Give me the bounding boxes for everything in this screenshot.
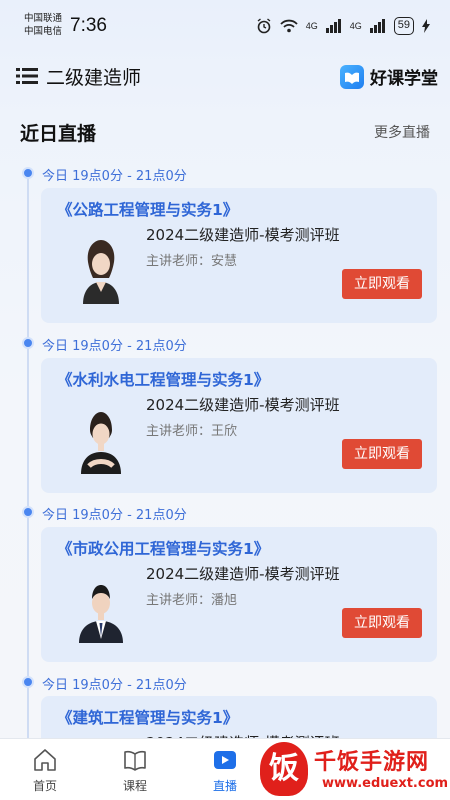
alarm-icon	[257, 18, 271, 34]
live-time: 今日 19点0分 - 21点0分	[42, 169, 187, 184]
live-time: 今日 19点0分 - 21点0分	[42, 339, 187, 354]
brand-name: 好课学堂	[370, 69, 438, 89]
timeline-dot	[22, 167, 34, 179]
nav-label: 直播	[212, 779, 237, 793]
live-card[interactable]: 《市政公用工程管理与实务1》 2024二级建造师-模考测评班 主讲老师：潘旭 立…	[41, 527, 437, 662]
teacher-name: 主讲老师：安慧	[146, 254, 238, 269]
teacher-name: 主讲老师：王欣	[146, 424, 238, 439]
carrier-2: 中国电信	[24, 26, 63, 37]
timeline-line	[27, 172, 29, 742]
status-bar: 中国联通 中国电信 7:36 4G 4G 59	[0, 0, 450, 52]
watch-now-button[interactable]: 立即观看	[342, 439, 422, 469]
page-title[interactable]: 二级建造师	[46, 63, 141, 90]
watermark-logo: 饭	[260, 742, 308, 796]
teacher-avatar	[79, 585, 123, 643]
book-icon	[124, 750, 146, 771]
watermark-name: 千饭手游网	[314, 750, 430, 775]
live-play-icon	[214, 751, 236, 769]
brand: 好课学堂	[340, 64, 438, 89]
carrier-1: 中国联通	[24, 13, 63, 24]
teacher-avatar	[81, 412, 121, 474]
wifi-icon	[280, 19, 298, 33]
signal-2-label: 4G	[349, 21, 362, 31]
live-time: 今日 19点0分 - 21点0分	[42, 508, 187, 523]
live-card[interactable]: 《公路工程管理与实务1》 2024二级建造师-模考测评班 主讲老师：安慧 立即观…	[41, 188, 437, 323]
nav-course[interactable]: 课程	[100, 739, 170, 800]
brand-logo-icon	[340, 64, 364, 89]
signal-icon	[325, 19, 341, 33]
class-name: 2024二级建造师-模考测评班	[146, 396, 340, 414]
menu-icon[interactable]	[16, 67, 38, 85]
live-time: 今日 19点0分 - 21点0分	[42, 678, 187, 693]
system-icons: 4G 4G 59	[256, 17, 430, 35]
class-name: 2024二级建造师-模考测评班	[146, 565, 340, 583]
course-title[interactable]: 《水利水电工程管理与实务1》	[57, 368, 269, 390]
signal-1-label: 4G	[305, 21, 318, 31]
carrier-info: 中国联通 中国电信	[24, 12, 62, 38]
watermark-url: www.eduext.com	[322, 776, 449, 791]
nav-label: 课程	[122, 779, 147, 793]
teacher-avatar	[83, 240, 119, 304]
more-live-link[interactable]: 更多直播	[374, 122, 430, 142]
charging-icon	[422, 19, 430, 33]
home-icon	[34, 749, 56, 771]
nav-home[interactable]: 首页	[10, 739, 80, 800]
class-name: 2024二级建造师-模考测评班	[146, 226, 340, 244]
status-time: 7:36	[70, 15, 107, 36]
live-card[interactable]: 《水利水电工程管理与实务1》 2024二级建造师-模考测评班 主讲老师：王欣 立…	[41, 358, 437, 493]
teacher-name: 主讲老师：潘旭	[146, 593, 238, 608]
course-title[interactable]: 《公路工程管理与实务1》	[57, 198, 238, 220]
watch-now-button[interactable]: 立即观看	[342, 269, 422, 299]
timeline-dot	[22, 506, 34, 518]
course-title[interactable]: 《市政公用工程管理与实务1》	[57, 537, 269, 559]
timeline-dot	[22, 337, 34, 349]
timeline-dot	[22, 676, 34, 688]
course-title[interactable]: 《建筑工程管理与实务1》	[57, 706, 238, 728]
watermark: 饭 千饭手游网 www.eduext.com	[260, 742, 450, 800]
section-title: 近日直播	[20, 123, 97, 145]
app-header: 二级建造师 好课学堂	[0, 58, 450, 96]
watch-now-button[interactable]: 立即观看	[342, 608, 422, 638]
battery-level: 59	[393, 17, 414, 35]
nav-label: 首页	[32, 779, 57, 793]
signal-icon	[369, 19, 385, 33]
nav-live[interactable]: 直播	[190, 739, 260, 800]
